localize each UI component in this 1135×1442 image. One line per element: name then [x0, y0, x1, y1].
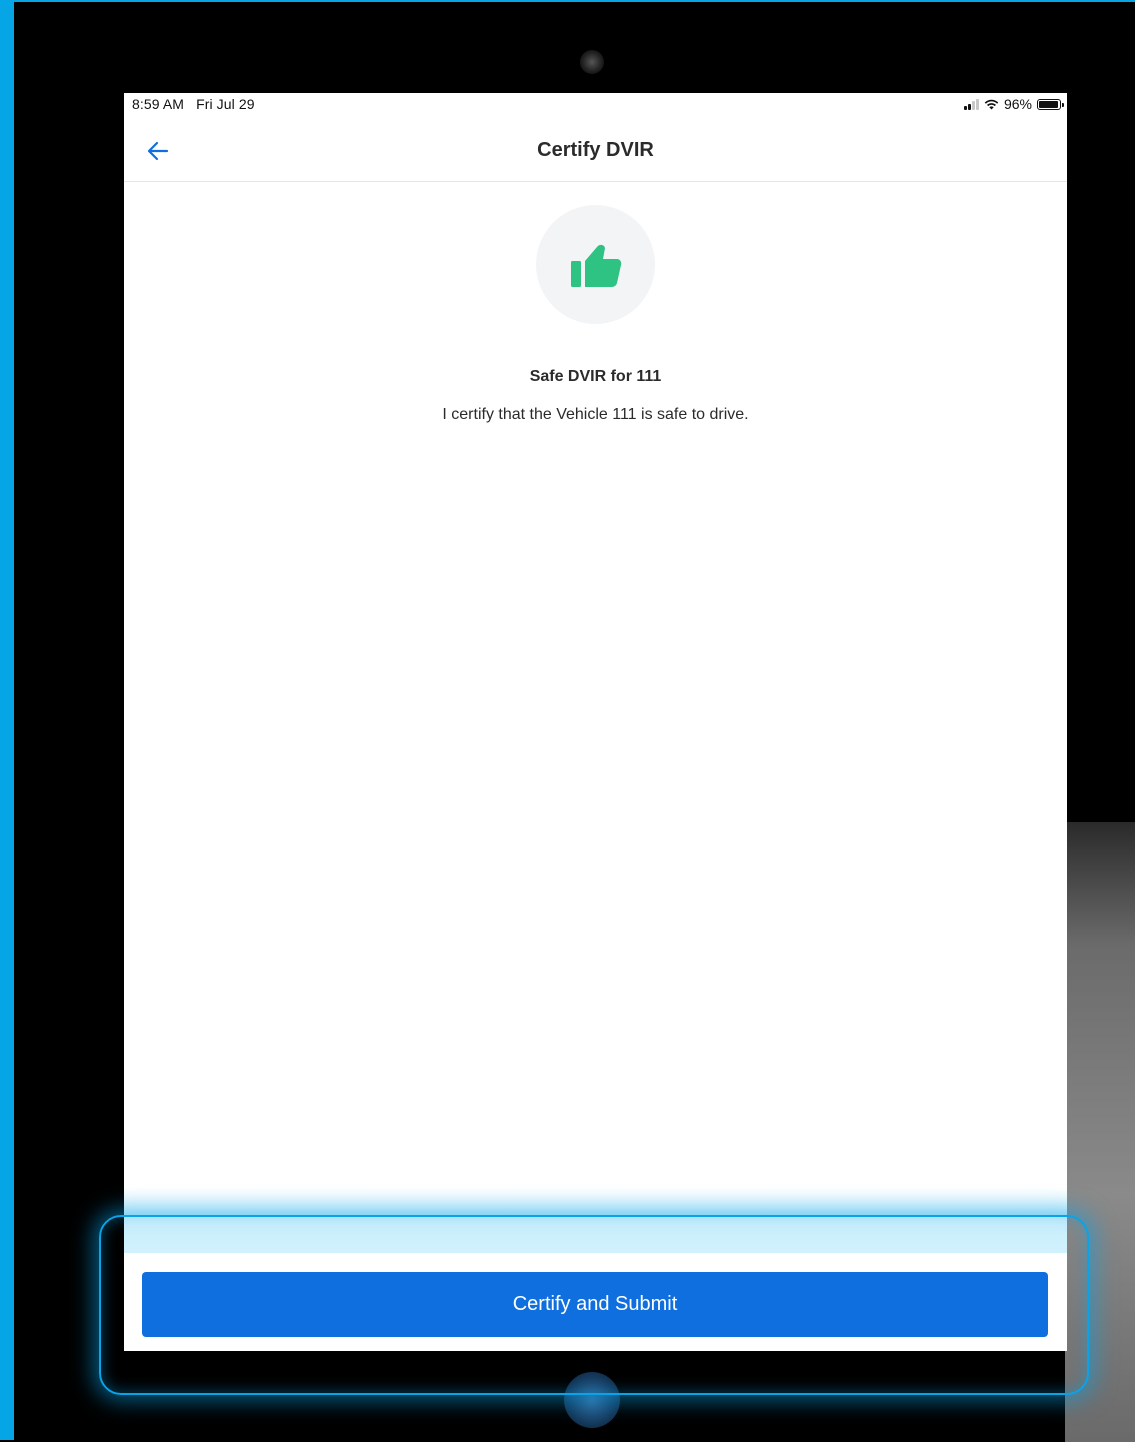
battery-icon	[1037, 98, 1064, 110]
page-title: Certify DVIR	[537, 139, 654, 161]
navigation-bar: Certify DVIR	[124, 123, 1067, 182]
status-indicators: 96%	[963, 96, 1064, 112]
status-icon-circle	[536, 205, 655, 324]
dvir-title: Safe DVIR for 111	[529, 368, 662, 385]
battery-percent: 96%	[1003, 96, 1032, 112]
cellular-signal-icon	[963, 98, 979, 110]
battery-fill	[1039, 100, 1059, 108]
certification-statement: I certify that the Vehicle 111 is safe t…	[442, 406, 749, 423]
device-reflection	[1065, 822, 1135, 1442]
status-time: 8:59 AM Fri Jul 29	[132, 96, 255, 112]
status-clock: 8:59 AM	[132, 96, 185, 112]
wifi-icon	[984, 99, 999, 109]
home-button[interactable]	[564, 1372, 620, 1428]
app-screen: 8:59 AM Fri Jul 29 96% Certify DVIR Safe…	[124, 93, 1067, 1351]
camera-icon	[580, 50, 604, 74]
status-bar: 8:59 AM Fri Jul 29 96%	[124, 93, 1067, 117]
certify-submit-button[interactable]: Certify and Submit	[142, 1272, 1048, 1337]
footer-glow	[124, 1188, 1067, 1258]
backdrop	[0, 0, 14, 1440]
status-date: Fri Jul 29	[196, 96, 255, 112]
thumbs-up-icon	[570, 244, 621, 287]
